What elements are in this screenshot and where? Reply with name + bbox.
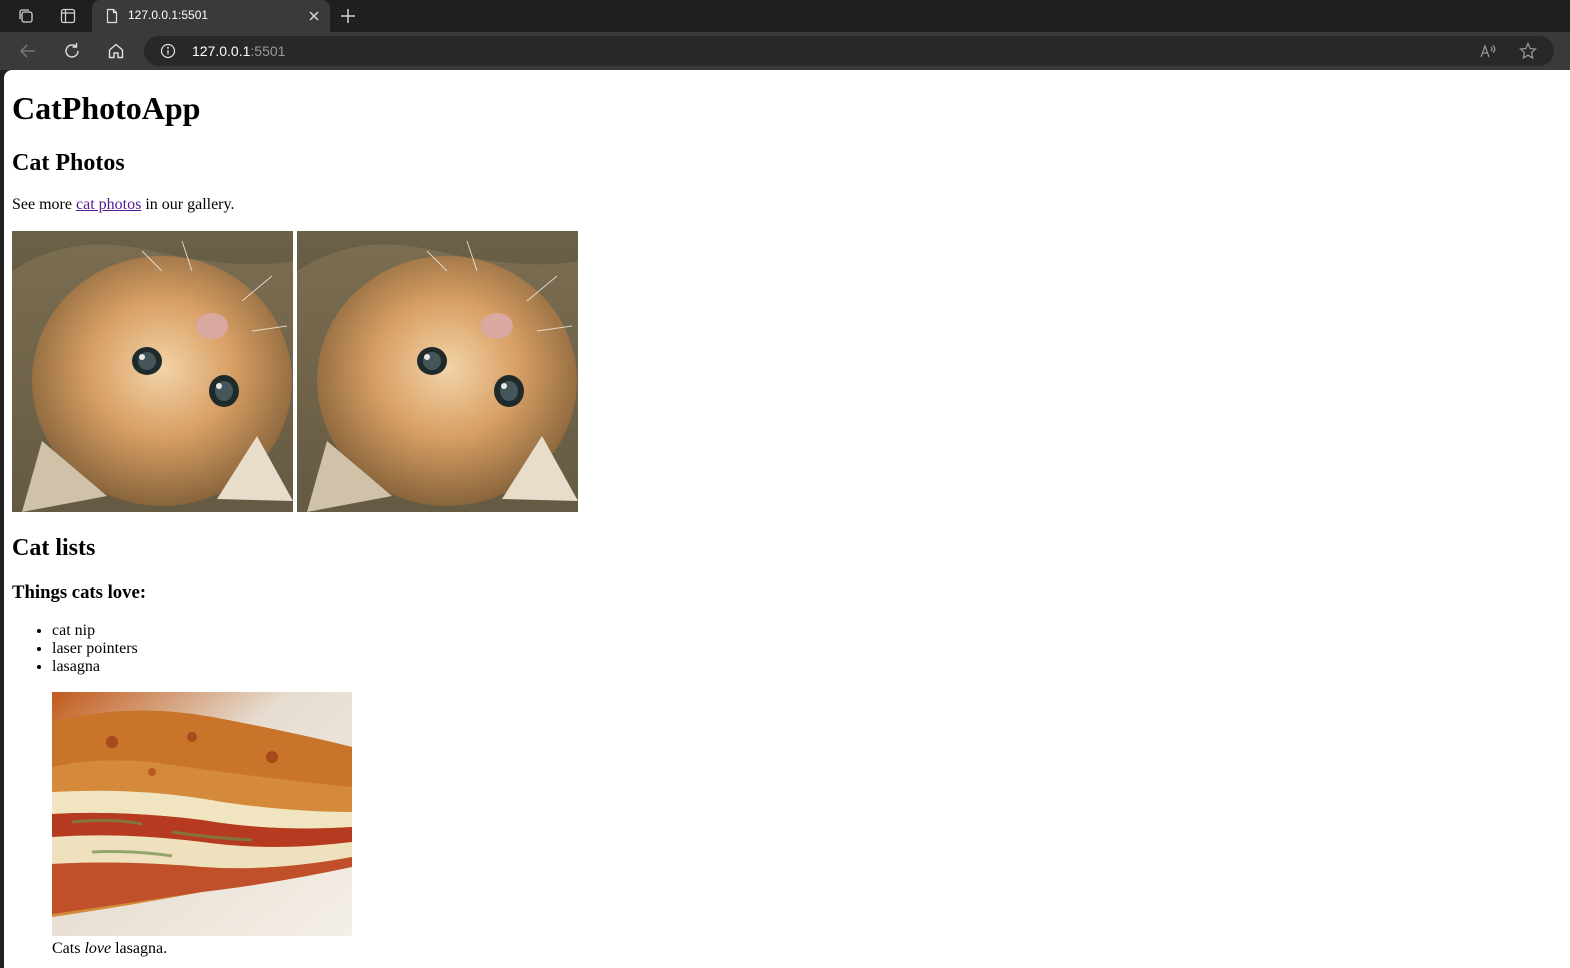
tab-strip: 127.0.0.1:5501 bbox=[0, 0, 1570, 32]
workspaces-icon[interactable] bbox=[14, 4, 38, 28]
cat-photo[interactable] bbox=[297, 231, 578, 512]
caption-text-before: Cats bbox=[52, 940, 85, 957]
caption-text-after: lasagna. bbox=[111, 940, 168, 957]
lasagna-photo bbox=[52, 692, 352, 936]
lasagna-caption: Cats love lasagna. bbox=[52, 940, 167, 958]
tab-title: 127.0.0.1:5501 bbox=[128, 8, 209, 22]
plus-icon[interactable] bbox=[336, 4, 360, 28]
gallery-text-before: See more bbox=[12, 196, 76, 213]
close-icon[interactable] bbox=[306, 8, 322, 24]
list-item: cat nip bbox=[52, 622, 138, 640]
url-host: 127.0.0.1 bbox=[192, 43, 251, 59]
section-heading-cat-photos: Cat Photos bbox=[12, 150, 125, 176]
gallery-text-after: in our gallery. bbox=[141, 196, 235, 213]
star-icon[interactable] bbox=[1518, 41, 1538, 61]
things-cats-love-list: cat nip laser pointers lasagna bbox=[12, 622, 138, 676]
section-heading-cat-lists: Cat lists bbox=[12, 535, 96, 561]
back-arrow-icon[interactable] bbox=[14, 37, 42, 65]
tab-actions-icon[interactable] bbox=[56, 4, 80, 28]
list-item: lasagna bbox=[52, 658, 138, 676]
address-bar[interactable]: 127.0.0.1:5501 bbox=[144, 36, 1554, 66]
page-icon bbox=[104, 8, 120, 24]
cat-photo[interactable] bbox=[12, 231, 293, 512]
url-port: :5501 bbox=[250, 43, 286, 59]
read-aloud-icon[interactable] bbox=[1478, 41, 1498, 61]
home-icon[interactable] bbox=[102, 37, 130, 65]
url-text: 127.0.0.1:5501 bbox=[192, 43, 285, 59]
cat-photos-link[interactable]: cat photos bbox=[76, 196, 141, 213]
info-icon[interactable] bbox=[160, 43, 176, 59]
refresh-icon[interactable] bbox=[58, 37, 86, 65]
list-item: laser pointers bbox=[52, 640, 138, 658]
caption-emphasis: love bbox=[84, 940, 112, 957]
page-viewport: CatPhotoApp Cat Photos See more cat phot… bbox=[4, 70, 1570, 968]
tab-active[interactable]: 127.0.0.1:5501 bbox=[92, 0, 330, 32]
list-heading: Things cats love: bbox=[12, 582, 147, 603]
gallery-paragraph: See more cat photos in our gallery. bbox=[12, 196, 234, 214]
page-title: CatPhotoApp bbox=[12, 90, 201, 126]
browser-toolbar: 127.0.0.1:5501 bbox=[0, 32, 1570, 70]
